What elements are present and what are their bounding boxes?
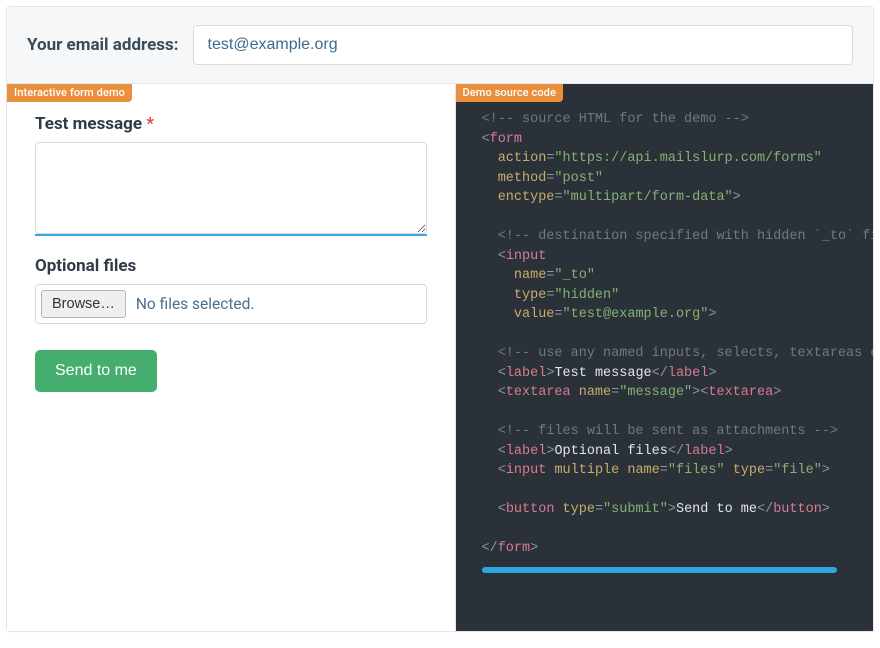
code-tag: textarea bbox=[506, 385, 571, 400]
code-text: Test message bbox=[554, 366, 651, 381]
code-comment: <!-- files will be sent as attachments -… bbox=[498, 424, 838, 439]
files-label: Optional files bbox=[35, 256, 427, 276]
message-label-text: Test message bbox=[35, 114, 142, 134]
code-tag: input bbox=[506, 463, 547, 478]
form-pane-badge: Interactive form demo bbox=[7, 84, 132, 102]
file-status-text: No files selected. bbox=[136, 295, 255, 313]
code-tag: form bbox=[490, 132, 522, 147]
code-str: "_to" bbox=[554, 268, 595, 283]
code-tag: input bbox=[506, 249, 547, 264]
code-comment: <!-- source HTML for the demo --> bbox=[482, 112, 749, 127]
code-str: "https://api.mailslurp.com/forms" bbox=[554, 151, 821, 166]
code-tag: label bbox=[684, 444, 725, 459]
demo-container: Your email address: Interactive form dem… bbox=[6, 6, 874, 632]
code-str: "hidden" bbox=[554, 288, 619, 303]
code-attr: enctype bbox=[498, 190, 555, 205]
code-comment: <!-- destination specified with hidden `… bbox=[498, 229, 873, 244]
code-attr: method bbox=[498, 171, 547, 186]
submit-button[interactable]: Send to me bbox=[35, 350, 157, 392]
code-str: "files" bbox=[668, 463, 725, 478]
code-attr: action bbox=[498, 151, 547, 166]
source-code: <!-- source HTML for the demo --> <form … bbox=[482, 110, 874, 559]
code-tag: textarea bbox=[708, 385, 773, 400]
file-input-row[interactable]: Browse… No files selected. bbox=[35, 284, 427, 324]
message-label: Test message * bbox=[35, 114, 427, 134]
code-scroll-indicator[interactable] bbox=[482, 567, 837, 573]
split-panes: Interactive form demo Test message * Opt… bbox=[7, 84, 873, 631]
files-group: Optional files Browse… No files selected… bbox=[35, 256, 427, 324]
code-attr: type bbox=[563, 502, 595, 517]
code-tag: label bbox=[506, 444, 547, 459]
code-attr: name bbox=[579, 385, 611, 400]
code-attr: multiple bbox=[554, 463, 619, 478]
code-tag: button bbox=[773, 502, 822, 517]
code-attr: value bbox=[514, 307, 555, 322]
code-attr: name bbox=[627, 463, 659, 478]
code-tag: label bbox=[668, 366, 709, 381]
code-tag: button bbox=[506, 502, 555, 517]
form-pane: Interactive form demo Test message * Opt… bbox=[7, 84, 456, 631]
code-tag: label bbox=[506, 366, 547, 381]
code-pane-badge: Demo source code bbox=[456, 84, 563, 102]
code-str: "submit" bbox=[603, 502, 668, 517]
code-pane: Demo source code <!-- source HTML for th… bbox=[456, 84, 874, 631]
code-text: Send to me bbox=[676, 502, 757, 517]
message-textarea[interactable] bbox=[35, 142, 427, 234]
code-tag: form bbox=[498, 541, 530, 556]
code-str: "file" bbox=[773, 463, 822, 478]
code-attr: name bbox=[514, 268, 546, 283]
code-str: "test@example.org" bbox=[563, 307, 709, 322]
code-attr: type bbox=[514, 288, 546, 303]
message-group: Test message * bbox=[35, 114, 427, 236]
browse-button[interactable]: Browse… bbox=[41, 290, 126, 318]
code-comment: <!-- use any named inputs, selects, text… bbox=[498, 346, 873, 361]
message-textarea-wrap bbox=[35, 142, 427, 236]
top-bar: Your email address: bbox=[7, 7, 873, 84]
textarea-focus-underline bbox=[35, 234, 427, 236]
code-str: "message" bbox=[619, 385, 692, 400]
code-str: "post" bbox=[554, 171, 603, 186]
code-str: "multipart/form-data" bbox=[563, 190, 733, 205]
code-attr: type bbox=[733, 463, 765, 478]
email-input[interactable] bbox=[193, 25, 853, 65]
required-marker: * bbox=[146, 114, 154, 134]
email-label: Your email address: bbox=[27, 35, 179, 55]
code-text: Optional files bbox=[554, 444, 667, 459]
